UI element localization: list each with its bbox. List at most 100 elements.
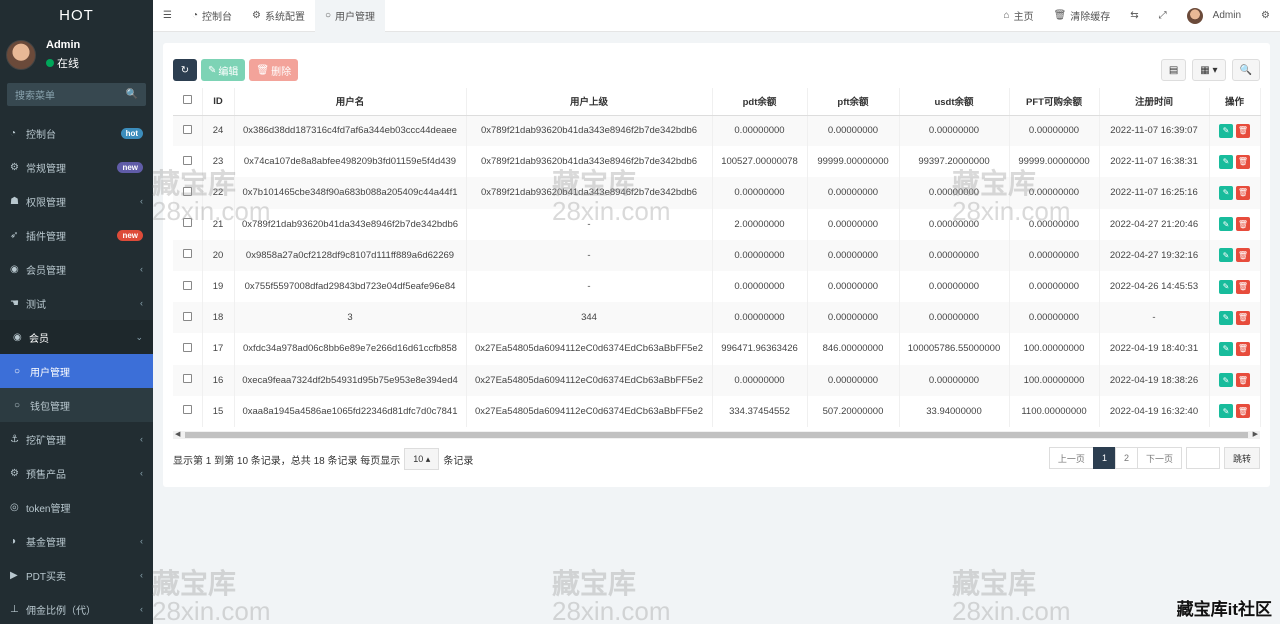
- delete-row-button[interactable]: 🗑: [1236, 123, 1250, 138]
- sidebar-search-input[interactable]: 搜索菜单 🔍: [7, 83, 146, 106]
- row-checkbox[interactable]: [182, 186, 192, 196]
- sidebar-item[interactable]: ○ 用户管理: [0, 354, 153, 388]
- delete-row-button[interactable]: 🗑: [1236, 279, 1250, 294]
- row-select-cell[interactable]: [173, 146, 203, 178]
- column-header[interactable]: 操作: [1209, 88, 1261, 116]
- sidebar-item[interactable]: ⊥ 佣金比例（代） ‹: [0, 592, 153, 624]
- page-size-select[interactable]: 10 ▴: [404, 448, 440, 470]
- table-row[interactable]: 15 0xaa8a1945a4586ae1065fd22346d81dfc7d0c…: [173, 395, 1261, 427]
- column-header[interactable]: 注册时间: [1099, 88, 1210, 116]
- table-row[interactable]: 21 0x789f21dab93620b41da343e8946f2b7de342…: [173, 208, 1261, 240]
- column-header[interactable]: PFT可购余额: [1009, 88, 1100, 116]
- horizontal-scrollbar[interactable]: ◀ ▶: [173, 431, 1260, 439]
- jump-page-input[interactable]: [1185, 447, 1220, 469]
- row-checkbox[interactable]: [182, 249, 192, 259]
- delete-row-button[interactable]: 🗑: [1236, 217, 1250, 232]
- sidebar-item[interactable]: ◎ token管理: [0, 490, 153, 524]
- column-header[interactable]: 用户上级: [466, 88, 713, 116]
- sidebar-item[interactable]: ☚ 测试 ‹: [0, 286, 153, 320]
- delete-button[interactable]: 🗑 删除: [249, 59, 299, 81]
- edit-row-button[interactable]: ✎: [1219, 154, 1233, 169]
- fullscreen-icon[interactable]: ⤢: [1149, 0, 1177, 32]
- row-select-cell[interactable]: [173, 208, 203, 240]
- sidebar-item[interactable]: ⚙ 常规管理 new: [0, 150, 153, 184]
- table-row[interactable]: 23 0x74ca107de8a8abfee498209b3fd01159e5f4…: [173, 146, 1261, 178]
- scroll-right-icon[interactable]: ▶: [1253, 431, 1258, 439]
- delete-row-button[interactable]: 🗑: [1236, 310, 1250, 325]
- scroll-left-icon[interactable]: ◀: [175, 431, 180, 439]
- next-page-button[interactable]: 下一页: [1136, 447, 1182, 469]
- page-2-button[interactable]: 2: [1114, 447, 1138, 469]
- edit-row-button[interactable]: ✎: [1219, 310, 1233, 325]
- app-logo[interactable]: HOT: [0, 0, 153, 32]
- edit-row-button[interactable]: ✎: [1219, 279, 1233, 294]
- select-all-checkbox[interactable]: [173, 88, 203, 116]
- delete-row-button[interactable]: 🗑: [1236, 404, 1250, 419]
- edit-row-button[interactable]: ✎: [1219, 404, 1233, 419]
- edit-row-button[interactable]: ✎: [1219, 341, 1233, 356]
- table-row[interactable]: 17 0xfdc34a978ad06c8bb6e89e7e266d16d61ccf…: [173, 333, 1261, 365]
- table-row[interactable]: 20 0x9858a27a0cf2128df9c8107d111ff889a6d6…: [173, 239, 1261, 271]
- edit-button[interactable]: ✎ 编辑: [201, 59, 246, 81]
- tab-system-config[interactable]: ⚙ 系统配置: [242, 0, 315, 32]
- row-checkbox[interactable]: [182, 124, 192, 134]
- refresh-button[interactable]: ↻: [173, 59, 197, 81]
- column-header[interactable]: ID: [202, 88, 235, 116]
- search-toggle-button[interactable]: 🔍: [1231, 59, 1260, 81]
- row-select-cell[interactable]: [173, 364, 203, 396]
- edit-row-button[interactable]: ✎: [1219, 373, 1233, 388]
- tab-user-management[interactable]: ○ 用户管理: [314, 0, 386, 32]
- table-row[interactable]: 18 3 344 0.00000000 0.00000000 0.00000000 0.00…: [173, 302, 1261, 334]
- user-menu[interactable]: Admin: [1177, 0, 1251, 32]
- edit-row-button[interactable]: ✎: [1219, 185, 1233, 200]
- row-checkbox[interactable]: [182, 280, 192, 290]
- row-select-cell[interactable]: [173, 395, 203, 427]
- translate-icon[interactable]: ⇆: [1120, 0, 1148, 32]
- row-select-cell[interactable]: [173, 177, 203, 209]
- delete-row-button[interactable]: 🗑: [1236, 154, 1250, 169]
- table-row[interactable]: 22 0x7b101465cbe348f90a683b088a205409c44a…: [173, 177, 1261, 209]
- menu-toggle-icon[interactable]: ☰: [153, 0, 182, 32]
- column-header[interactable]: pft余额: [807, 88, 900, 116]
- sidebar-item[interactable]: ⚓ 挖矿管理 ‹: [0, 422, 153, 456]
- row-select-cell[interactable]: [173, 333, 203, 365]
- edit-row-button[interactable]: ✎: [1219, 248, 1233, 263]
- scrollbar-thumb[interactable]: [185, 432, 1248, 438]
- sidebar-item[interactable]: ◉ 会员 ⌄: [0, 320, 153, 354]
- row-checkbox[interactable]: [182, 405, 192, 415]
- sidebar-item[interactable]: ◔ 控制台 hot: [0, 116, 153, 150]
- sidebar-item[interactable]: ➶ 插件管理 new: [0, 218, 153, 252]
- clear-cache-button[interactable]: 🗑 清除缓存: [1044, 0, 1121, 32]
- row-select-cell[interactable]: [173, 302, 203, 334]
- sidebar-item[interactable]: ⚙ 预售产品 ‹: [0, 456, 153, 490]
- home-link[interactable]: ⌂ 主页: [994, 0, 1044, 32]
- row-checkbox[interactable]: [182, 218, 192, 228]
- row-select-cell[interactable]: [173, 239, 203, 271]
- delete-row-button[interactable]: 🗑: [1236, 248, 1250, 263]
- delete-row-button[interactable]: 🗑: [1236, 373, 1250, 388]
- edit-row-button[interactable]: ✎: [1219, 217, 1233, 232]
- row-checkbox[interactable]: [182, 342, 192, 352]
- delete-row-button[interactable]: 🗑: [1236, 185, 1250, 200]
- table-row[interactable]: 24 0x386d38dd187316c4fd7af6a344eb03ccc44d…: [173, 115, 1261, 147]
- search-icon[interactable]: 🔍: [126, 89, 138, 100]
- column-header[interactable]: pdt余额: [712, 88, 808, 116]
- sidebar-item[interactable]: ◉ 会员管理 ‹: [0, 252, 153, 286]
- prev-page-button[interactable]: 上一页: [1048, 447, 1094, 469]
- delete-row-button[interactable]: 🗑: [1236, 341, 1250, 356]
- row-select-cell[interactable]: [173, 270, 203, 303]
- sidebar-item[interactable]: ☗ 权限管理 ‹: [0, 184, 153, 218]
- column-header[interactable]: usdt余额: [899, 88, 1010, 116]
- table-row[interactable]: 16 0xeca9feaa7324df2b54931d95b75e953e8e39…: [173, 364, 1261, 396]
- sidebar-item[interactable]: ○ 钱包管理: [0, 388, 153, 422]
- row-checkbox[interactable]: [182, 311, 192, 321]
- page-1-button[interactable]: 1: [1092, 447, 1116, 469]
- table-row[interactable]: 19 0x755f5597008dfad29843bd723e04df5eafe9…: [173, 270, 1261, 303]
- jump-button[interactable]: 跳转: [1223, 447, 1260, 469]
- toggle-view-button[interactable]: ▤: [1160, 59, 1187, 81]
- row-select-cell[interactable]: [173, 115, 203, 147]
- row-checkbox[interactable]: [182, 155, 192, 165]
- settings-icon[interactable]: ⚙: [1251, 0, 1280, 32]
- tab-dashboard[interactable]: ◔ 控制台: [182, 0, 242, 32]
- columns-button[interactable]: ▦ ▾: [1192, 59, 1226, 81]
